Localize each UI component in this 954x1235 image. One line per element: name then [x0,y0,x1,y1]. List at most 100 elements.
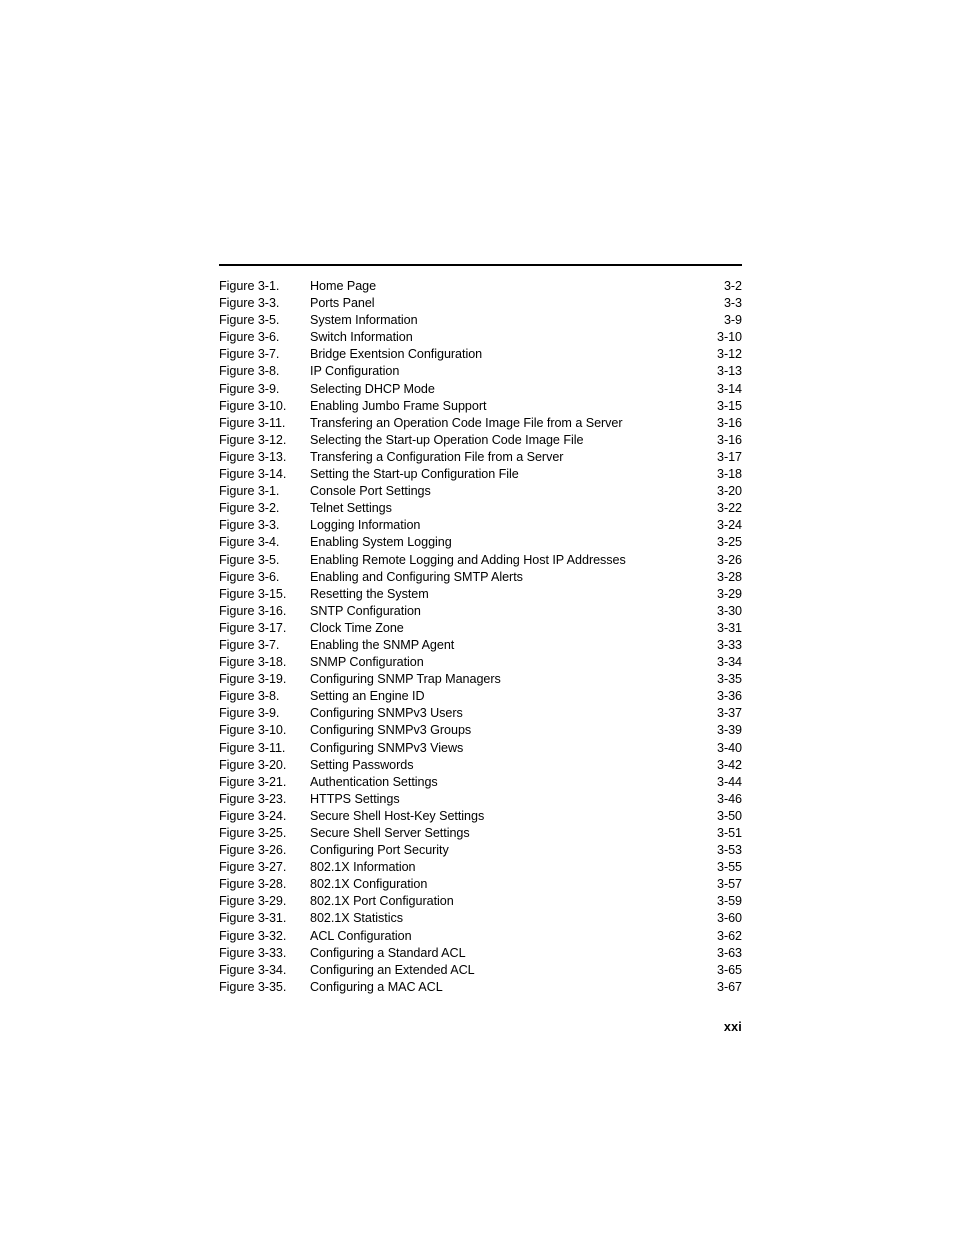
figure-number-label: Figure 3-7. [219,347,280,362]
figure-list-row: Figure 3-23. HTTPS Settings 3-46 [219,791,742,808]
figure-title: 802.1X Statistics [310,911,403,926]
figure-list-row: Figure 3-21. Authentication Settings 3-44 [219,774,742,791]
figure-title: Configuring a Standard ACL [310,945,466,960]
figure-number-label: Figure 3-19. [219,672,287,687]
figure-title: Transfering a Configuration File from a … [310,449,564,464]
figure-number-label: Figure 3-29. [219,894,287,909]
figure-page-number: 3-53 [716,843,742,858]
figure-page-number: 3-17 [716,449,742,464]
figure-page-number: 3-25 [716,535,742,550]
figure-title: IP Configuration [310,364,400,379]
figure-page-number: 3-31 [716,620,742,635]
figure-title: SNTP Configuration [310,603,421,618]
figure-number-label: Figure 3-1. [219,484,280,499]
figure-page-number: 3-12 [716,347,742,362]
figure-number-label: Figure 3-8. [219,364,280,379]
figure-list-row: Figure 3-7. Enabling the SNMP Agent 3-33 [219,637,742,654]
figure-number-label: Figure 3-9. [219,706,280,721]
figure-title: Configuring SNMPv3 Users [310,706,463,721]
figure-page-number: 3-20 [716,484,742,499]
figure-page-number: 3-44 [716,774,742,789]
figure-title: Logging Information [310,518,421,533]
figure-page-number: 3-59 [716,894,742,909]
figure-page-number: 3-42 [716,757,742,772]
figure-page-number: 3-16 [716,415,742,430]
figure-title: 802.1X Port Configuration [310,894,454,909]
figure-title: Enabling Jumbo Frame Support [310,398,487,413]
figure-number-label: Figure 3-17. [219,620,287,635]
figure-page-number: 3-55 [716,860,742,875]
figure-list-row: Figure 3-5. System Information 3-9 [219,312,742,329]
figure-list-row: Figure 3-17. Clock Time Zone 3-31 [219,620,742,637]
figure-list-row: Figure 3-33. Configuring a Standard ACL 3-… [219,945,742,962]
figure-number-label: Figure 3-16. [219,603,287,618]
figure-number-label: Figure 3-5. [219,313,280,328]
figure-title: Enabling Remote Logging and Adding Host … [310,552,626,567]
figure-title: Configuring SNMP Trap Managers [310,672,501,687]
figure-number-label: Figure 3-27. [219,860,287,875]
figure-title: SNMP Configuration [310,655,424,670]
figure-title: Selecting the Start-up Operation Code Im… [310,432,584,447]
figure-list-body: Figure 3-1. Home Page 3-2 Figure 3-3. Ports … [219,278,742,996]
figure-title: Telnet Settings [310,501,392,516]
figure-number-label: Figure 3-35. [219,979,287,994]
figure-number-label: Figure 3-6. [219,330,280,345]
figure-title: Configuring an Extended ACL [310,962,475,977]
figure-number-label: Figure 3-6. [219,569,280,584]
figure-number-label: Figure 3-2. [219,501,280,516]
figure-page-number: 3-60 [716,911,742,926]
figure-number-label: Figure 3-11. [219,415,286,430]
figure-number-label: Figure 3-34. [219,962,287,977]
figure-page-number: 3-57 [716,877,742,892]
figure-list-row: Figure 3-34. Configuring an Extended ACL 3… [219,962,742,979]
figure-list-row: Figure 3-9. Selecting DHCP Mode 3-14 [219,381,742,398]
figure-list-row: Figure 3-10. Enabling Jumbo Frame Support… [219,398,742,415]
figure-number-label: Figure 3-8. [219,689,280,704]
figure-list-row: Figure 3-4. Enabling System Logging 3-25 [219,534,742,551]
figure-list-row: Figure 3-13. Transfering a Configuration … [219,449,742,466]
figure-list-row: Figure 3-2. Telnet Settings 3-22 [219,500,742,517]
figure-title: Setting Passwords [310,757,414,772]
figure-title: Configuring SNMPv3 Groups [310,723,472,738]
figure-page-number: 3-50 [716,808,742,823]
figure-list-table: Figure 3-1. Home Page 3-2 Figure 3-3. Ports … [219,278,742,996]
figure-title: Enabling and Configuring SMTP Alerts [310,569,523,584]
figure-number-label: Figure 3-33. [219,945,287,960]
figure-list-row: Figure 3-1. Home Page 3-2 [219,278,742,295]
figure-title: Configuring SNMPv3 Views [310,740,464,755]
figure-list-row: Figure 3-11. Transfering an Operation Cod… [219,415,742,432]
figure-list-row: Figure 3-27. 802.1X Information 3-55 [219,859,742,876]
figure-list-row: Figure 3-15. Resetting the System 3-29 [219,586,742,603]
figure-page-number: 3-10 [716,330,742,345]
figure-list-row: Figure 3-35. Configuring a MAC ACL 3-67 [219,979,742,996]
figure-title: 802.1X Information [310,860,416,875]
figure-list-row: Figure 3-14. Setting the Start-up Configu… [219,466,742,483]
figure-number-label: Figure 3-13. [219,449,287,464]
figure-page-number: 3-35 [716,672,742,687]
figure-page-number: 3-29 [716,586,742,601]
figure-page-number: 3-3 [723,296,742,311]
figure-page-number: 3-13 [716,364,742,379]
figure-page-number: 3-34 [716,655,742,670]
figure-list-row: Figure 3-19. Configuring SNMP Trap Manage… [219,671,742,688]
figure-page-number: 3-39 [716,723,742,738]
figure-list-row: Figure 3-32. ACL Configuration 3-62 [219,928,742,945]
figure-page-number: 3-2 [723,279,742,293]
figure-page-number: 3-15 [716,398,742,413]
figure-page-number: 3-67 [716,979,742,994]
figure-title: HTTPS Settings [310,791,400,806]
figure-list-row: Figure 3-12. Selecting the Start-up Opera… [219,432,742,449]
figure-number-label: Figure 3-3. [219,518,280,533]
figure-number-label: Figure 3-20. [219,757,287,772]
figure-number-label: Figure 3-32. [219,928,287,943]
figure-page-number: 3-24 [716,518,742,533]
figure-page-number: 3-37 [716,706,742,721]
figure-list-row: Figure 3-24. Secure Shell Host-Key Settin… [219,808,742,825]
figure-page-number: 3-65 [716,962,742,977]
figure-list-row: Figure 3-31. 802.1X Statistics 3-60 [219,910,742,927]
figure-page-number: 3-40 [716,740,742,755]
figure-list-row: Figure 3-3. Logging Information 3-24 [219,517,742,534]
figure-number-label: Figure 3-26. [219,843,287,858]
figure-number-label: Figure 3-21. [219,774,287,789]
figure-page-number: 3-18 [716,467,742,482]
